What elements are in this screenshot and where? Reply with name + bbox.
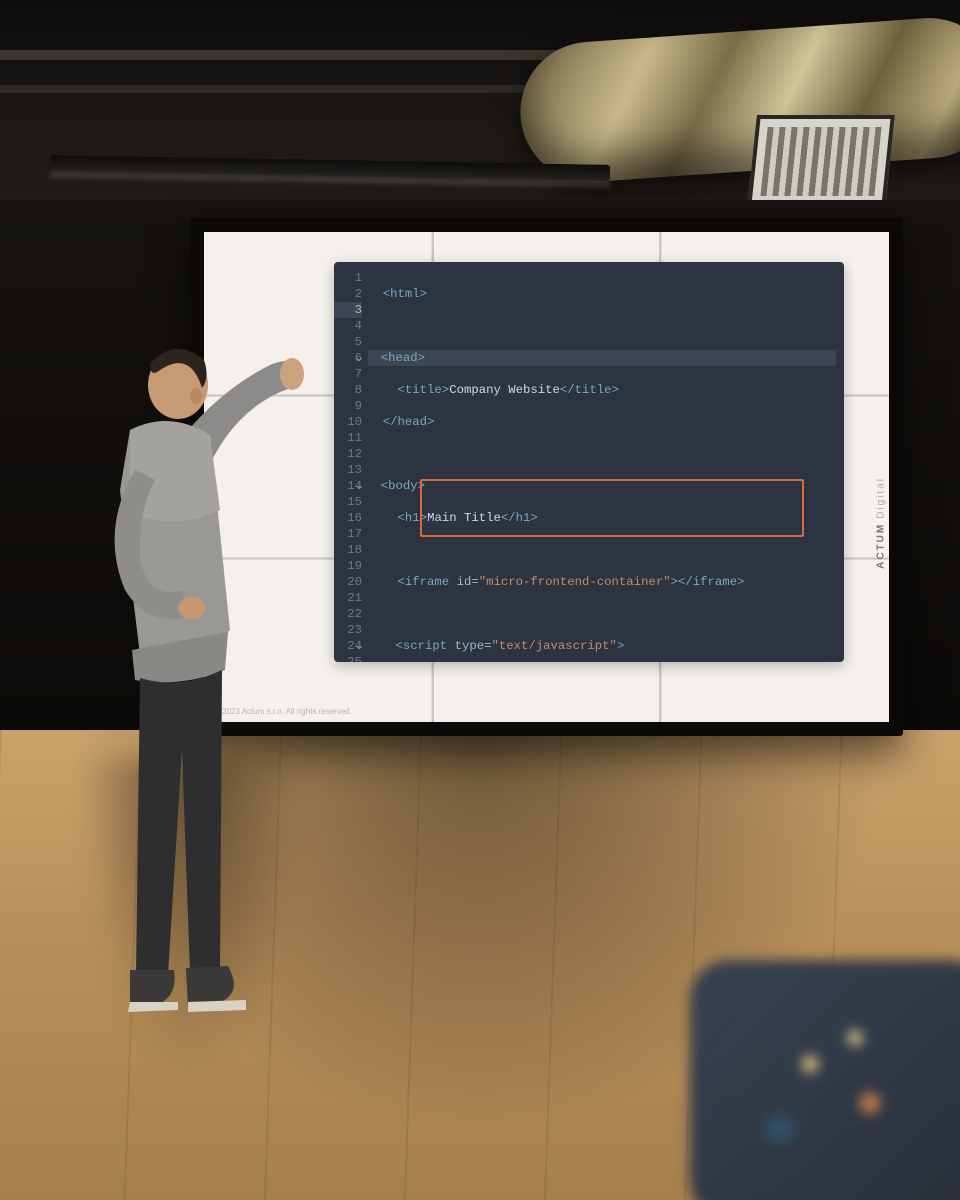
code-line: </head>	[368, 414, 836, 430]
line-number-gutter: 1 2 3 4 5 6 7 8 9 10 11 12 13 14 15 16 1…	[334, 270, 368, 654]
line-number: 20	[334, 574, 362, 590]
line-number: 23	[334, 622, 362, 638]
line-number: 5	[334, 334, 362, 350]
line-number: 7	[334, 366, 362, 382]
code-body: <html> ⌄ <head> <title>Company Website</…	[368, 270, 836, 654]
line-number: 22	[334, 606, 362, 622]
code-line: <h1>Main Title</h1>	[368, 510, 836, 526]
line-number: 9	[334, 398, 362, 414]
brand-watermark: ACTUM Digital	[876, 477, 887, 569]
ceiling	[0, 0, 960, 210]
audience-foreground	[690, 960, 960, 1200]
line-number: 16	[334, 510, 362, 526]
code-line	[368, 542, 836, 558]
presentation-screen: ACTUM Digital © 2023 Actum s.r.o. All rig…	[190, 218, 903, 736]
line-number: 1	[334, 270, 362, 286]
code-line: ⌄ <head>	[368, 350, 836, 366]
code-line	[368, 606, 836, 622]
code-line	[368, 446, 836, 462]
line-number: 19	[334, 558, 362, 574]
brand-sub: Digital	[876, 477, 887, 519]
line-number: 2	[334, 286, 362, 302]
photo-scene: ACTUM Digital © 2023 Actum s.r.o. All rig…	[0, 0, 960, 1200]
line-number: 10	[334, 414, 362, 430]
line-number: 25	[334, 654, 362, 662]
line-number: 12	[334, 446, 362, 462]
brand-name: ACTUM	[876, 523, 887, 569]
slide-copyright: © 2023 Actum s.r.o. All rights reserved.	[214, 707, 352, 716]
code-line: <iframe id="micro-frontend-container"></…	[368, 574, 836, 590]
line-number: 18	[334, 542, 362, 558]
code-line: <title>Company Website</title>	[368, 382, 836, 398]
line-number: 21	[334, 590, 362, 606]
line-number: 15	[334, 494, 362, 510]
code-line: ⌄ <body>	[368, 478, 836, 494]
code-line: <html>	[368, 286, 836, 302]
hvac-duct	[516, 13, 960, 186]
presenter-shadow	[80, 760, 300, 1080]
code-line	[368, 318, 836, 334]
line-number: 3	[334, 302, 362, 318]
code-editor: 1 2 3 4 5 6 7 8 9 10 11 12 13 14 15 16 1…	[334, 262, 844, 662]
line-number: 17	[334, 526, 362, 542]
air-vent	[747, 115, 895, 208]
line-number: 8	[334, 382, 362, 398]
light-fixture	[50, 155, 610, 183]
line-number: 4	[334, 318, 362, 334]
line-number: 11	[334, 430, 362, 446]
line-number: 13	[334, 462, 362, 478]
code-line: ⌄ <script type="text/javascript">	[368, 638, 836, 654]
